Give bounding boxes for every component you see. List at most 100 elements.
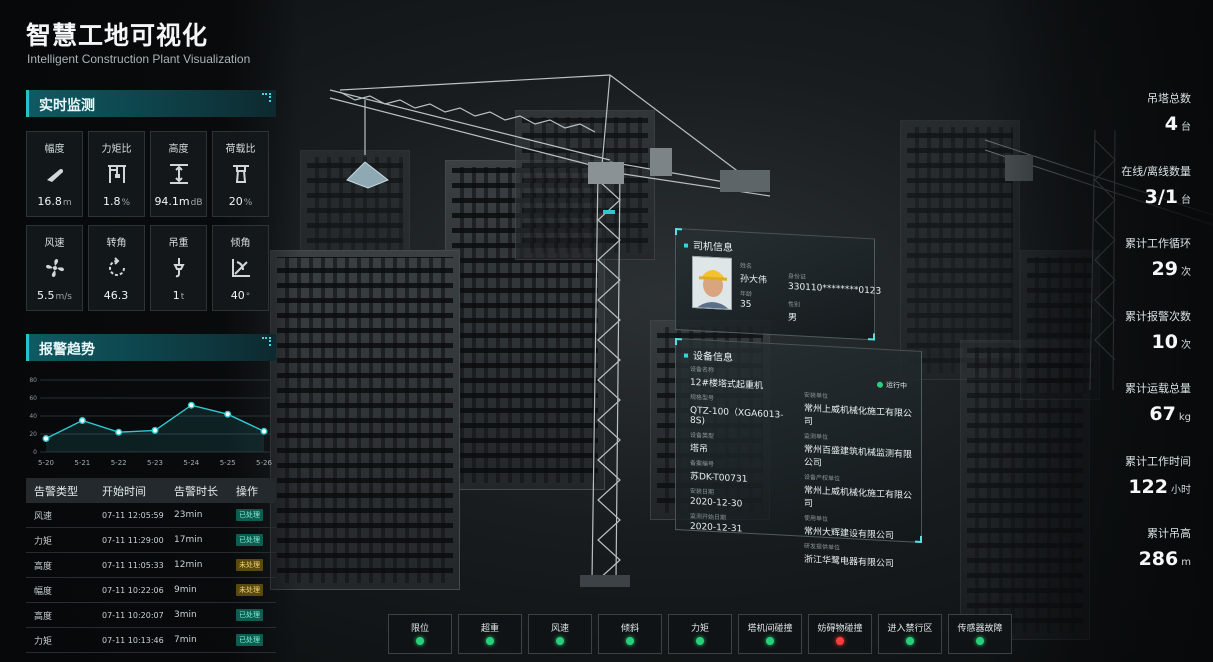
status-indicator[interactable]: 限位 (388, 614, 452, 654)
stat-unit: 台 (1181, 194, 1191, 206)
y-tick-label: 60 (29, 395, 37, 402)
status-indicator[interactable]: 倾斜 (598, 614, 662, 654)
stat-value: 3/1 台 (1121, 186, 1191, 208)
field-label: 性别 (788, 300, 801, 309)
header-cell: 告警类型 (34, 484, 78, 498)
stat-number: 3/1 (1144, 185, 1178, 208)
alarm-start-time: 07-11 10:13:46 (102, 635, 164, 645)
page-subtitle: Intelligent Construction Plant Visualiza… (27, 52, 251, 66)
alarm-type: 风速 (34, 511, 53, 522)
hook-icon (151, 256, 206, 280)
card-title: 司机信息 (684, 236, 733, 254)
stat-item: 在线/离线数量 3/1 台 (1121, 163, 1191, 208)
metric-number: 16.8 (37, 195, 62, 208)
driver-gender-field: 性别 男 (788, 299, 800, 324)
alarm-duration: 3min (174, 610, 197, 620)
metric-number: 94.1m (154, 195, 190, 208)
data-point (115, 428, 123, 436)
section-title: 实时监测 (39, 98, 95, 114)
metric-unit: % (243, 198, 253, 208)
device-field: 监测单位 常州百盛建筑机械监测有限公司 (804, 431, 919, 474)
device-field: 安装日期 2020-12-30 (690, 486, 795, 513)
field-value: 常州上威机械化施工有限公司 (804, 403, 913, 428)
status-indicator[interactable]: 力矩 (668, 614, 732, 654)
device-status: 运行中 (877, 380, 907, 392)
y-tick-label: 0 (33, 449, 37, 456)
metric-label: 风速 (44, 238, 65, 249)
stat-number: 122 (1128, 475, 1168, 498)
driver-age-field: 年龄 35 (740, 288, 752, 310)
stat-value: 122 小时 (1125, 476, 1191, 498)
stat-value: 67 kg (1125, 403, 1191, 425)
y-tick-label: 20 (29, 431, 37, 438)
status-indicator[interactable]: 传感器故障 (948, 614, 1012, 654)
table-row: 风速 07-11 12:05:59 23min 已处理 (26, 503, 276, 528)
status-badge[interactable]: 已处理 (236, 509, 263, 521)
status-badge[interactable]: 已处理 (236, 634, 263, 646)
status-indicator[interactable]: 塔机间碰撞 (738, 614, 802, 654)
driver-name: 孙大伟 (740, 274, 768, 286)
field-value: 常州上威机械化施工有限公司 (804, 485, 913, 510)
status-label: 超重 (480, 624, 499, 634)
data-point (260, 427, 268, 435)
alarm-type: 力矩 (34, 536, 53, 547)
alarm-action: 已处理 (236, 609, 276, 621)
metric-tile: 倾角 40° (212, 225, 269, 311)
stat-label: 累计报警次数 (1125, 309, 1191, 323)
table-row: 高度 07-11 10:20:07 3min 已处理 (26, 603, 276, 628)
alarm-duration: 17min (174, 535, 203, 545)
data-point (42, 435, 50, 443)
alarm-start-time: 07-11 11:29:00 (102, 535, 164, 545)
alarm-duration: 12min (174, 560, 203, 570)
status-indicator[interactable]: 超重 (458, 614, 522, 654)
data-point (151, 426, 159, 434)
section-header-alarm-trend: 报警趋势 (26, 334, 276, 361)
data-point (78, 417, 86, 425)
metric-tile: 风速 5.5m/s (26, 225, 83, 311)
status-indicator[interactable]: 风速 (528, 614, 592, 654)
crane-frame-icon (89, 162, 144, 186)
card-title: 设备信息 (684, 346, 733, 364)
stat-unit: 台 (1181, 122, 1191, 133)
alarm-start-time: 07-11 11:05:33 (102, 560, 164, 570)
metric-value: 20% (213, 195, 268, 208)
corner-dots-icon (262, 337, 271, 346)
status-indicator[interactable]: 进入禁行区 (878, 614, 942, 654)
metric-tile: 幅度 16.8m (26, 131, 83, 217)
alarm-duration: 7min (174, 635, 197, 645)
metric-label: 力矩比 (101, 144, 132, 155)
stat-item: 累计工作时间 122 小时 (1125, 453, 1191, 498)
status-badge[interactable]: 未处理 (236, 559, 263, 571)
metric-number: 1 (172, 289, 180, 302)
alarm-start-time: 07-11 12:05:59 (102, 510, 164, 520)
stat-label: 累计工作循环 (1125, 237, 1191, 250)
metric-value: 5.5m/s (27, 289, 82, 302)
table-row: 力矩 07-11 11:29:00 17min 已处理 (26, 528, 276, 553)
status-dot-icon (976, 637, 984, 645)
header-cell: 告警时长 (174, 484, 218, 498)
device-field: 使用单位 常州大辉建设有限公司 (804, 513, 919, 543)
driver-age: 35 (740, 299, 752, 311)
x-tick-label: 5-24 (183, 459, 199, 467)
status-badge[interactable]: 未处理 (236, 584, 263, 596)
device-right-column: 安装单位 常州上威机械化施工有限公司 监测单位 常州百盛建筑机械监测有限公司 设备产权单… (804, 390, 919, 571)
stat-value: 4台 (1147, 113, 1191, 135)
tilt-icon (213, 256, 268, 280)
table-body: 风速 07-11 12:05:59 23min 已处理 力矩 07-11 11:29:00… (26, 503, 276, 653)
stat-number: 67 (1149, 403, 1176, 425)
stat-value: 10 次 (1125, 331, 1191, 353)
driver-info-card: 司机信息 姓名 孙大伟 年龄 35 身份证 330110********0123… (675, 228, 881, 341)
status-dot-icon (416, 637, 424, 645)
status-badge[interactable]: 已处理 (236, 609, 263, 621)
stat-unit: kg (1178, 412, 1191, 423)
table-row: 高度 07-11 11:05:33 12min 未处理 (26, 553, 276, 578)
driver-gender: 男 (788, 312, 798, 324)
field-label: 姓名 (740, 262, 753, 271)
status-indicator[interactable]: 妨碍物碰撞 (808, 614, 872, 654)
field-value: 常州百盛建筑机械监测有限公司 (804, 444, 913, 469)
metric-number: 5.5 (37, 289, 55, 302)
status-label: 妨碍物碰撞 (817, 624, 863, 634)
device-field: 备案编号 苏DK-T00731 (690, 458, 795, 488)
status-badge[interactable]: 已处理 (236, 534, 263, 546)
metric-number: 46.3 (103, 289, 129, 302)
